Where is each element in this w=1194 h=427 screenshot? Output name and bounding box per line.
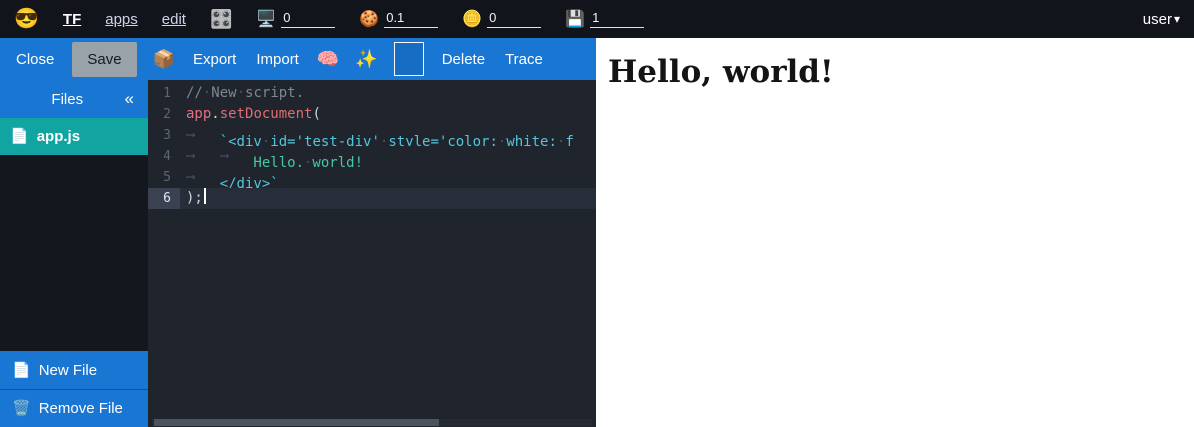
remove-file-button[interactable]: 🗑️ Remove File bbox=[0, 389, 148, 427]
code-line[interactable]: ); bbox=[180, 188, 596, 209]
files-header: Files « bbox=[0, 80, 148, 118]
code-editor[interactable]: 123456 //·New·script.app.setDocument(⟶`<… bbox=[148, 80, 596, 427]
gutter-line-number: 2 bbox=[148, 104, 180, 125]
stat-monitor: 🖥️ 0 bbox=[256, 10, 335, 28]
remove-file-icon: 🗑️ bbox=[12, 401, 31, 416]
nav-link-edit[interactable]: edit bbox=[162, 11, 186, 28]
stat-coin-value: 0 bbox=[487, 10, 541, 28]
stat-cookie: 🍪 0.1 bbox=[359, 10, 438, 28]
nav-link-apps[interactable]: apps bbox=[105, 11, 138, 28]
file-page-icon: 📄 bbox=[10, 129, 29, 144]
editor-toolbar: Close Save 📦 Export Import 🧠 ✨ Delete Tr… bbox=[0, 38, 596, 80]
user-menu[interactable]: user ▾ bbox=[1143, 11, 1180, 28]
new-file-icon: 📄 bbox=[12, 363, 31, 378]
code-token: f bbox=[565, 134, 573, 146]
code-token: . bbox=[211, 106, 219, 122]
gutter-line-number: 3 bbox=[148, 125, 180, 146]
output-panel: Hello, world! bbox=[596, 38, 1194, 427]
file-item-appjs[interactable]: 📄 app.js bbox=[0, 118, 148, 155]
code-line[interactable]: ⟶⟶Hello,·world! bbox=[180, 146, 596, 167]
code-line[interactable]: ⟶`<div·id='test-div'·style='color:·white… bbox=[180, 125, 596, 146]
code-token: world! bbox=[312, 155, 363, 167]
close-button[interactable]: Close bbox=[14, 42, 56, 77]
stat-coin: 🪙 0 bbox=[462, 10, 541, 28]
file-name: app.js bbox=[37, 128, 80, 145]
monitor-icon: 🖥️ bbox=[256, 12, 276, 28]
package-icon[interactable]: 📦 bbox=[153, 44, 175, 74]
tab-whitespace-marker: ⟶ bbox=[186, 167, 220, 188]
editor-lines[interactable]: //·New·script.app.setDocument(⟶`<div·id=… bbox=[180, 83, 596, 427]
code-line[interactable]: //·New·script. bbox=[180, 83, 596, 104]
caret-down-icon: ▾ bbox=[1174, 12, 1180, 26]
editor-gutter: 123456 bbox=[148, 83, 180, 427]
code-token: New bbox=[211, 85, 236, 101]
code-token: white; bbox=[506, 134, 557, 146]
gutter-line-number: 1 bbox=[148, 83, 180, 104]
code-token: app bbox=[186, 106, 211, 122]
new-file-label: New File bbox=[39, 362, 97, 379]
sidebar-actions: 📄 New File 🗑️ Remove File bbox=[0, 351, 148, 427]
gutter-line-number: 6 bbox=[148, 188, 180, 209]
brain-icon[interactable]: 🧠 bbox=[317, 44, 339, 74]
code-token: </div>` bbox=[220, 176, 279, 188]
logo-emoji-icon[interactable]: 😎 bbox=[14, 9, 39, 29]
app-window: 😎 TF apps edit 🎛️ 🖥️ 0 🍪 0.1 🪙 0 💾 1 use… bbox=[0, 0, 1194, 427]
code-line[interactable]: ⟶</div>` bbox=[180, 167, 596, 188]
cookie-icon: 🍪 bbox=[359, 12, 379, 28]
output-heading: Hello, world! bbox=[608, 55, 1186, 91]
new-file-button[interactable]: 📄 New File bbox=[0, 351, 148, 389]
code-token: setDocument bbox=[220, 106, 313, 122]
tab-whitespace-marker: ⟶ bbox=[220, 146, 254, 167]
user-menu-label: user bbox=[1143, 11, 1172, 28]
stat-cookie-value: 0.1 bbox=[384, 10, 438, 28]
delete-button[interactable]: Delete bbox=[440, 42, 487, 77]
app-icon[interactable]: 🎛️ bbox=[210, 10, 232, 28]
save-button[interactable]: Save bbox=[72, 42, 136, 77]
top-bar: 😎 TF apps edit 🎛️ 🖥️ 0 🍪 0.1 🪙 0 💾 1 use… bbox=[0, 0, 1194, 38]
stat-disk-value: 1 bbox=[590, 10, 644, 28]
nav-link-tf[interactable]: TF bbox=[63, 11, 81, 28]
tab-whitespace-marker: ⟶ bbox=[186, 146, 220, 167]
code-line[interactable]: app.setDocument( bbox=[180, 104, 596, 125]
import-button[interactable]: Import bbox=[254, 42, 301, 77]
code-token: id='test-div' bbox=[270, 134, 380, 146]
remove-file-label: Remove File bbox=[39, 400, 123, 417]
empty-icon-slot-button[interactable] bbox=[394, 42, 424, 76]
code-token: // bbox=[186, 85, 203, 101]
stat-disk: 💾 1 bbox=[565, 10, 644, 28]
sparkles-icon[interactable]: ✨ bbox=[355, 44, 377, 74]
stat-monitor-value: 0 bbox=[281, 10, 335, 28]
trace-button[interactable]: Trace bbox=[503, 42, 545, 77]
file-sidebar: Files « 📄 app.js 📄 New File 🗑️ Remove Fi… bbox=[0, 80, 148, 427]
code-token: · bbox=[237, 85, 245, 101]
export-button[interactable]: Export bbox=[191, 42, 238, 77]
horizontal-scrollbar-thumb[interactable] bbox=[154, 419, 439, 426]
text-cursor bbox=[204, 188, 206, 204]
gutter-line-number: 4 bbox=[148, 146, 180, 167]
collapse-sidebar-button[interactable]: « bbox=[121, 89, 138, 109]
floppy-disk-icon: 💾 bbox=[565, 12, 585, 28]
gutter-line-number: 5 bbox=[148, 167, 180, 188]
code-token: style='color: bbox=[388, 134, 498, 146]
code-token: Hello, bbox=[253, 155, 304, 167]
code-token: ( bbox=[312, 106, 320, 122]
editor-body: 123456 //·New·script.app.setDocument(⟶`<… bbox=[148, 80, 596, 427]
files-title: Files bbox=[14, 91, 121, 108]
code-token: `<div bbox=[220, 134, 262, 146]
code-token: ); bbox=[186, 190, 203, 206]
coin-icon: 🪙 bbox=[462, 12, 482, 28]
tab-whitespace-marker: ⟶ bbox=[186, 125, 220, 146]
code-token: script. bbox=[245, 85, 304, 101]
horizontal-scrollbar[interactable] bbox=[152, 419, 592, 426]
